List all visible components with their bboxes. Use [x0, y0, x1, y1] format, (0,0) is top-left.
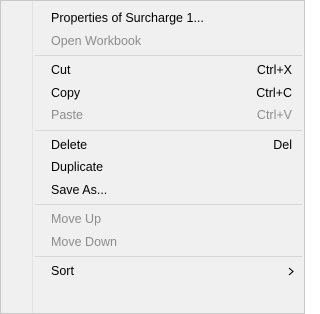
menu-item-label: Properties of Surcharge 1... — [51, 11, 204, 25]
menu-item-move-up: Move Up — [1, 208, 304, 231]
menu-item-label: Sort — [51, 264, 74, 278]
menu-item-label: Cut — [51, 63, 71, 77]
menu-item-label: Move Up — [51, 212, 102, 226]
menu-item-label: Duplicate — [51, 160, 104, 174]
menu-item-move-down: Move Down — [1, 231, 304, 254]
chevron-right-icon — [288, 260, 294, 283]
menu-item-sort[interactable]: Sort — [1, 260, 304, 283]
menu-item-delete[interactable]: Delete Del — [1, 134, 304, 157]
menu-separator — [35, 204, 302, 205]
menu-item-shortcut: Ctrl+V — [256, 108, 292, 122]
menu-item-shortcut: Del — [273, 137, 292, 152]
menu-item-shortcut: Ctrl+X — [256, 63, 292, 77]
menu-item-label: Delete — [51, 137, 88, 152]
menu-separator — [35, 256, 302, 257]
menu-item-label: Save As... — [51, 182, 108, 197]
menu-item-paste: Paste Ctrl+V — [1, 104, 304, 127]
menu-item-open-workbook: Open Workbook — [1, 30, 304, 53]
context-menu: Properties of Surcharge 1... Open Workbo… — [0, 0, 305, 314]
menu-item-save-as[interactable]: Save As... — [1, 179, 304, 202]
menu-item-cut[interactable]: Cut Ctrl+X — [1, 59, 304, 82]
menu-separator — [35, 129, 302, 131]
menu-item-label: Move Down — [51, 234, 117, 249]
menu-separator — [35, 55, 302, 56]
menu-item-shortcut: Ctrl+C — [256, 85, 292, 100]
menu-item-duplicate[interactable]: Duplicate — [1, 156, 304, 179]
menu-item-label: Open Workbook — [51, 33, 142, 48]
menu-item-label: Copy — [51, 85, 81, 100]
menu-item-properties[interactable]: Properties of Surcharge 1... — [1, 7, 304, 30]
menu-item-copy[interactable]: Copy Ctrl+C — [1, 82, 304, 105]
menu-item-label: Paste — [51, 108, 83, 122]
